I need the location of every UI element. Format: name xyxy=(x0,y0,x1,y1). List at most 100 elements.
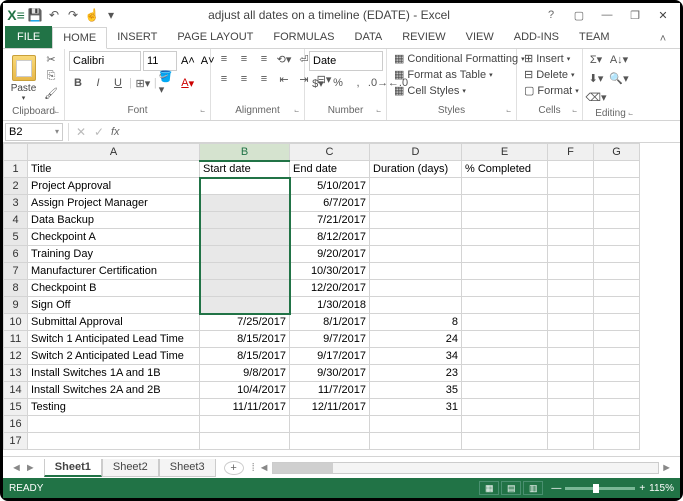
column-header-D[interactable]: D xyxy=(370,144,462,161)
column-header-B[interactable]: B xyxy=(200,144,290,161)
tab-view[interactable]: VIEW xyxy=(456,26,504,48)
row-header-4[interactable]: 4 xyxy=(4,212,28,229)
format-painter-icon[interactable]: 🖌 xyxy=(42,85,60,101)
cell[interactable] xyxy=(462,365,548,382)
cell[interactable] xyxy=(370,416,462,433)
column-header-F[interactable]: F xyxy=(548,144,594,161)
zoom-out-button[interactable]: — xyxy=(551,483,561,494)
sheet-tab-sheet2[interactable]: Sheet2 xyxy=(102,459,159,477)
enter-formula-icon[interactable]: ✓ xyxy=(90,125,108,139)
tab-data[interactable]: DATA xyxy=(345,26,393,48)
fill-color-icon[interactable]: 🪣▾ xyxy=(159,75,177,91)
italic-icon[interactable]: I xyxy=(89,75,107,91)
align-center-icon[interactable]: ≡ xyxy=(235,71,253,87)
formula-input[interactable] xyxy=(124,123,676,141)
tab-add-ins[interactable]: ADD-INS xyxy=(504,26,569,48)
cell[interactable]: 5/10/2017 xyxy=(290,178,370,195)
cell[interactable]: Sign Off xyxy=(28,297,200,314)
cell[interactable]: 6/7/2017 xyxy=(290,195,370,212)
cell[interactable] xyxy=(594,433,640,450)
cell[interactable]: Switch 1 Anticipated Lead Time xyxy=(28,331,200,348)
cut-icon[interactable]: ✂ xyxy=(42,51,60,67)
cell[interactable] xyxy=(594,382,640,399)
cell[interactable]: 10/4/2017 xyxy=(200,382,290,399)
grow-font-icon[interactable]: A˄ xyxy=(179,55,197,67)
cell[interactable] xyxy=(594,178,640,195)
align-top-icon[interactable]: ≡ xyxy=(215,51,233,67)
cell[interactable] xyxy=(548,178,594,195)
page-break-button[interactable]: ▥ xyxy=(523,481,543,495)
inc-decimal-icon[interactable]: .0→ xyxy=(369,75,387,91)
cell[interactable] xyxy=(370,280,462,297)
number-format-select[interactable] xyxy=(309,51,383,71)
ribbon-options-icon[interactable]: ▢ xyxy=(566,6,592,24)
cell[interactable]: 24 xyxy=(370,331,462,348)
select-all-cell[interactable] xyxy=(4,144,28,161)
cell[interactable] xyxy=(462,382,548,399)
row-header-10[interactable]: 10 xyxy=(4,314,28,331)
cell[interactable]: Data Backup xyxy=(28,212,200,229)
cell[interactable] xyxy=(462,229,548,246)
cell[interactable]: 35 xyxy=(370,382,462,399)
align-left-icon[interactable]: ≡ xyxy=(215,71,233,87)
cell[interactable] xyxy=(462,314,548,331)
border-icon[interactable]: ⊞▾ xyxy=(134,75,152,91)
tab-page-layout[interactable]: PAGE LAYOUT xyxy=(167,26,263,48)
cell[interactable] xyxy=(370,297,462,314)
row-header-13[interactable]: 13 xyxy=(4,365,28,382)
cell[interactable] xyxy=(548,246,594,263)
cell[interactable] xyxy=(548,331,594,348)
cell[interactable] xyxy=(200,178,290,195)
row-header-6[interactable]: 6 xyxy=(4,246,28,263)
cell[interactable]: 8 xyxy=(370,314,462,331)
cell[interactable] xyxy=(548,433,594,450)
cell[interactable] xyxy=(462,348,548,365)
format-cells-button[interactable]: ▢Format▾ xyxy=(521,83,582,98)
spreadsheet-grid[interactable]: ABCDEFG1TitleStart dateEnd dateDuration … xyxy=(3,143,680,456)
column-header-G[interactable]: G xyxy=(594,144,640,161)
cell[interactable] xyxy=(200,195,290,212)
h-scroll-left-icon[interactable]: ◄ xyxy=(257,462,272,474)
row-header-3[interactable]: 3 xyxy=(4,195,28,212)
cell[interactable] xyxy=(548,399,594,416)
find-select-icon[interactable]: 🔍▾ xyxy=(607,70,631,86)
cell[interactable] xyxy=(548,195,594,212)
cell[interactable] xyxy=(200,433,290,450)
cell[interactable]: Start date xyxy=(200,161,290,178)
cell[interactable] xyxy=(594,297,640,314)
cell[interactable]: 9/20/2017 xyxy=(290,246,370,263)
cell[interactable] xyxy=(462,399,548,416)
sort-filter-icon[interactable]: A↓▾ xyxy=(607,51,631,67)
normal-view-button[interactable]: ▦ xyxy=(479,481,499,495)
cell[interactable]: Project Approval xyxy=(28,178,200,195)
cell[interactable] xyxy=(594,246,640,263)
cell[interactable] xyxy=(462,212,548,229)
cell[interactable] xyxy=(594,280,640,297)
zoom-slider[interactable] xyxy=(565,487,635,490)
minimize-button[interactable]: — xyxy=(594,6,620,24)
row-header-9[interactable]: 9 xyxy=(4,297,28,314)
cell[interactable]: Install Switches 1A and 1B xyxy=(28,365,200,382)
cell[interactable] xyxy=(594,212,640,229)
currency-icon[interactable]: $▾ xyxy=(309,75,327,91)
redo-icon[interactable]: ↷ xyxy=(64,6,82,24)
cell[interactable]: Checkpoint B xyxy=(28,280,200,297)
cell[interactable]: 31 xyxy=(370,399,462,416)
conditional-formatting-button[interactable]: ▦ Conditional Formatting▾ xyxy=(391,51,528,66)
cell[interactable] xyxy=(200,280,290,297)
delete-cells-button[interactable]: ⊟Delete▾ xyxy=(521,67,578,82)
cell[interactable]: 9/8/2017 xyxy=(200,365,290,382)
add-sheet-button[interactable]: + xyxy=(224,461,244,475)
cell[interactable]: 34 xyxy=(370,348,462,365)
cell[interactable] xyxy=(290,416,370,433)
cell[interactable]: Duration (days) xyxy=(370,161,462,178)
cell[interactable] xyxy=(200,246,290,263)
excel-icon[interactable]: X≡ xyxy=(7,6,25,24)
close-button[interactable]: ✕ xyxy=(650,6,676,24)
cell[interactable]: 9/7/2017 xyxy=(290,331,370,348)
cell[interactable] xyxy=(462,297,548,314)
cell[interactable] xyxy=(370,263,462,280)
cell[interactable]: Assign Project Manager xyxy=(28,195,200,212)
cell[interactable]: Manufacturer Certification xyxy=(28,263,200,280)
cell[interactable]: 7/25/2017 xyxy=(200,314,290,331)
